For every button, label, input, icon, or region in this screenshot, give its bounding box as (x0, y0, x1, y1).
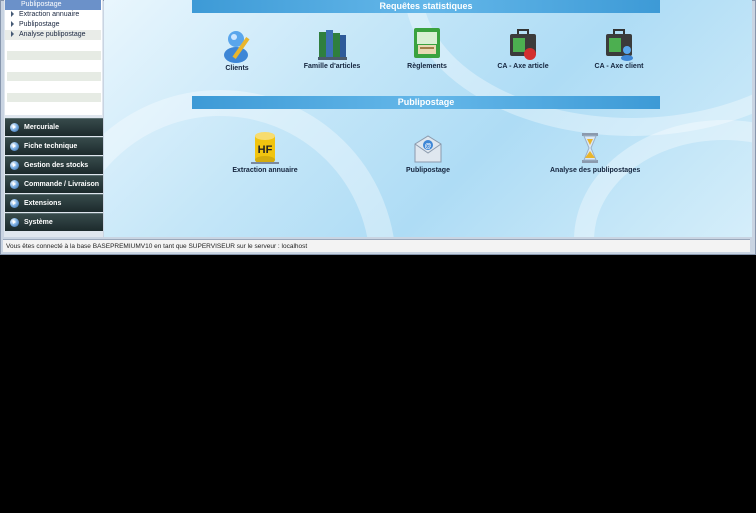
tree-item-label: Publipostage (19, 21, 60, 28)
briefcase-user-icon (602, 26, 636, 62)
tile-analyse-publipostages[interactable]: Analyse des publipostages (550, 130, 641, 174)
status-text: Vous êtes connecté à la base BASEPREMIUM… (6, 243, 308, 250)
nav-systeme[interactable]: Système (5, 213, 103, 231)
tree-empty-row (7, 51, 101, 60)
nav-arrow-icon (10, 180, 19, 189)
tree-arrow-icon (11, 11, 14, 18)
nav-arrow-icon (10, 199, 19, 208)
tree-arrow-icon (11, 31, 14, 38)
tile-label: Clients (225, 65, 249, 72)
svg-text:HF: HF (258, 144, 273, 156)
tile-label: Analyse des publipostages (550, 167, 641, 174)
briefcase-apple-icon (506, 26, 540, 62)
sidebar-tree: Publipostage Extraction annuaire Publipo… (5, 0, 102, 115)
tile-ca-axe-article[interactable]: CA - Axe article (483, 26, 563, 70)
nav-label: Gestion des stocks (24, 162, 89, 169)
nav-extensions[interactable]: Extensions (5, 194, 103, 212)
nav-fiche-technique[interactable]: Fiche technique (5, 137, 103, 155)
nav-label: Fiche technique (24, 143, 78, 150)
nav-arrow-icon (10, 161, 19, 170)
tile-label: Règlements (407, 63, 447, 70)
books-icon (315, 26, 349, 62)
tree-item-analyse-publipostage[interactable]: Analyse publipostage (5, 30, 101, 40)
tree-item-label: Analyse publipostage (19, 31, 86, 38)
tile-extraction-annuaire[interactable]: HF Extraction annuaire (225, 130, 305, 174)
nav-gestion-des-stocks[interactable]: Gestion des stocks (5, 156, 103, 174)
tree-arrow-icon (11, 21, 14, 28)
section-header-requetes: Requêtes statistiques (192, 0, 660, 13)
nav-arrow-icon (10, 123, 19, 132)
hf-database-icon: HF (248, 130, 282, 166)
tile-label: CA - Axe client (594, 63, 644, 70)
tree-empty-row (7, 72, 101, 81)
user-icon (220, 28, 254, 64)
tree-item-label: Publipostage (21, 1, 62, 8)
tile-ca-axe-client[interactable]: CA - Axe client (579, 26, 659, 70)
tree-item-extraction-annuaire[interactable]: Extraction annuaire (5, 10, 101, 20)
payments-icon (410, 26, 444, 62)
nav-arrow-icon (10, 142, 19, 151)
section-header-publipostage: Publipostage (192, 96, 660, 109)
svg-text:@: @ (425, 143, 432, 150)
tile-famille-articles[interactable]: Famille d'articles (292, 26, 372, 70)
status-bar: Vous êtes connecté à la base BASEPREMIUM… (3, 239, 750, 252)
nav-label: Extensions (24, 200, 62, 207)
tile-label: Extraction annuaire (232, 167, 298, 174)
tile-label: CA - Axe article (497, 63, 549, 70)
nav-arrow-icon (10, 218, 19, 227)
tree-item-publipostage[interactable]: Publipostage (5, 20, 101, 30)
tree-empty-row (7, 93, 101, 102)
sidebar: Publipostage Extraction annuaire Publipo… (4, 0, 103, 237)
tile-publipostage[interactable]: @ Publipostage (388, 130, 468, 174)
envelope-at-icon: @ (411, 130, 445, 166)
tree-item-label: Extraction annuaire (19, 11, 80, 18)
tile-clients[interactable]: Clients (197, 28, 277, 72)
nav-label: Mercuriale (24, 124, 60, 131)
hourglass-icon (573, 130, 607, 166)
application-window: Publipostage Extraction annuaire Publipo… (0, 0, 756, 255)
tile-label: Famille d'articles (303, 63, 361, 70)
nav-label: Commande / Livraison (24, 181, 100, 188)
nav-mercuriale[interactable]: Mercuriale (5, 118, 103, 136)
nav-label: Système (24, 219, 53, 226)
tree-item-publipostage-selected[interactable]: Publipostage (5, 0, 101, 10)
nav-commande-livraison[interactable]: Commande / Livraison (5, 175, 103, 193)
tile-label: Publipostage (406, 167, 450, 174)
main-panel: Requêtes statistiques Clients Famille d'… (104, 0, 752, 237)
tile-reglements[interactable]: Règlements (387, 26, 467, 70)
